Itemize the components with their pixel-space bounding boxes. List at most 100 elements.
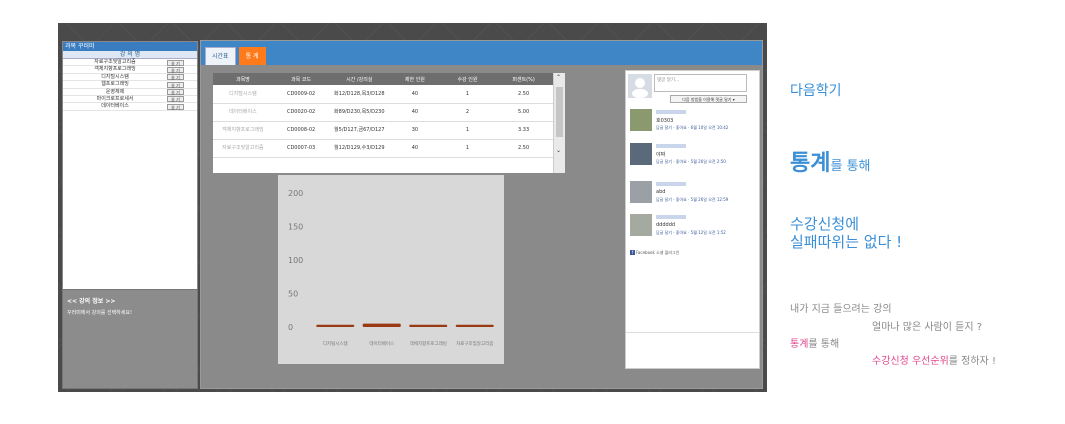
course-row[interactable]: 데이터베이스 송 기	[63, 103, 197, 111]
tab-timetable[interactable]: 시간표	[205, 47, 236, 65]
promo-statistics-word: 통계	[790, 151, 831, 176]
comment-text: 야짜	[656, 152, 666, 158]
table-cell: CD0020-02	[272, 103, 330, 122]
table-cell: CD0008-02	[272, 121, 330, 140]
commenter-name[interactable]	[656, 215, 686, 219]
table-row[interactable]: 데이터베이스 CD0020-02 화89/D230,목5/D230 40 2 5.00	[213, 103, 553, 122]
course-name: 운영체제	[105, 88, 125, 95]
post-comment-button[interactable]: 다음 방법을 이용해 댓글 달기 ▾	[670, 95, 747, 103]
commenter-avatar[interactable]	[630, 109, 652, 131]
chart-bar[interactable]	[316, 324, 355, 327]
commenter-name[interactable]	[656, 110, 686, 114]
chart-bar[interactable]	[409, 324, 448, 327]
table-cell: 2.50	[494, 85, 553, 104]
add-course-button[interactable]: 송 기	[167, 59, 184, 66]
tab-statistics[interactable]: 통 계	[238, 47, 266, 65]
table-cell: CD0009-02	[272, 85, 330, 104]
stats-column-header: 수강 인원	[440, 73, 495, 85]
table-cell: 화89/D230,목5/D230	[329, 103, 390, 122]
table-cell: 객체지향프로그래밍	[213, 121, 273, 140]
course-panel-title: 과목 꾸러미	[63, 42, 197, 51]
course-name: 웹프로그래밍	[101, 81, 129, 88]
main-panel: 시간표 통 계 과목명 과목 코드 시간 /강의실 제한 인원 수강 인원 퍼센트(%) …	[200, 40, 763, 389]
promo-priority-text: 를 정하자 !	[948, 356, 996, 367]
add-course-button[interactable]: 송 기	[167, 74, 184, 81]
scroll-up-icon[interactable]: ⌃	[556, 74, 561, 81]
comment-text: 호0303	[656, 118, 674, 124]
stats-column-header: 퍼센트(%)	[494, 73, 553, 85]
table-row[interactable]: 객체지향프로그래밍 CD0008-02 월5/D127,금67/D127 30 1 3.3…	[213, 121, 553, 140]
chart-bar[interactable]	[362, 323, 401, 327]
scroll-down-icon[interactable]: ⌄	[556, 147, 561, 154]
table-cell: 월12/D129,수3/D129	[329, 139, 390, 158]
course-row[interactable]: 객체지향프로그래밍 송 기	[63, 66, 197, 74]
promo-line-a: 수강신청에	[790, 215, 860, 233]
add-course-button[interactable]: 송 기	[167, 89, 184, 96]
facebook-icon: f	[630, 250, 635, 255]
commenter-name[interactable]	[656, 182, 686, 186]
commenter-name[interactable]	[656, 144, 686, 148]
x-tick-label: 자료구조및알고리즘	[456, 340, 493, 347]
course-row[interactable]: 운영체제 송 기	[63, 89, 197, 96]
stats-column-header: 시간 /강의실	[329, 73, 390, 85]
course-name: 데이터베이스	[101, 103, 129, 110]
commenter-avatar[interactable]	[630, 143, 652, 165]
course-row[interactable]: 웹프로그래밍 송 기	[63, 81, 197, 89]
promo-hl-stats: 통계	[790, 339, 809, 350]
facebook-comments: 댓글 달기... 다음 방법을 이용해 댓글 달기 ▾ 호0303 답글 달기 …	[625, 70, 760, 369]
comment-input[interactable]: 댓글 달기...	[654, 74, 747, 92]
promo-statistics-suffix: 를 통해	[830, 159, 871, 174]
table-cell: 40	[389, 139, 441, 158]
table-row[interactable]: 자료구조및알고리즘 CD0007-03 월12/D129,수3/D129 40 1 2.5…	[213, 139, 553, 158]
commenter-avatar[interactable]	[630, 214, 652, 236]
promo-through-text: 를 통해	[808, 339, 840, 350]
chart-svg: 0 50 100 150 200 디지털시스템 데이터베이스 객체지향프로그래밍 자료구조및알고…	[288, 189, 494, 347]
table-cell: 자료구조및알고리즘	[213, 139, 273, 158]
course-bundle-panel: 과목 꾸러미 강 의 명 자료구조및알고리즘 송 기 객체지향프로그래밍 송 기 디지털…	[62, 41, 198, 304]
comment-item: abd 답글 달기 · 좋아요 · 5월 26일 오전 12:59	[630, 181, 760, 211]
course-name: 객체지향프로그래밍	[94, 66, 136, 73]
course-name: 디지털시스템	[101, 73, 129, 80]
add-course-button[interactable]: 송 기	[167, 81, 184, 88]
x-tick-label: 디지털시스템	[323, 340, 348, 347]
comment-actions[interactable]: 답글 달기 · 좋아요 · 5월 26일 오전 2:50	[656, 159, 726, 165]
promo-question-1: 내가 지금 들으려는 강의	[790, 304, 892, 315]
table-cell: 1	[440, 139, 495, 158]
course-row[interactable]: 디지털시스템 송 기	[63, 73, 197, 82]
table-cell: 40	[389, 103, 441, 122]
stats-table-container: 과목명 과목 코드 시간 /강의실 제한 인원 수강 인원 퍼센트(%) 디지털시스템 CD…	[213, 73, 565, 173]
divider	[626, 332, 759, 333]
comment-actions[interactable]: 답글 달기 · 좋아요 · 5월 12일 오전 1:52	[656, 230, 726, 236]
plugin-label-text: Facebook 소셜 플러그인	[636, 250, 680, 255]
add-course-button[interactable]: 송 기	[167, 66, 184, 73]
add-course-button[interactable]: 송 기	[167, 96, 184, 103]
add-course-button[interactable]: 송 기	[167, 103, 184, 110]
table-row[interactable]: 디지털시스템 CD0009-02 화12/D128,목3/D128 40 1 2.50	[213, 85, 553, 104]
table-cell: 1	[440, 85, 495, 104]
chart-bar[interactable]	[455, 324, 494, 327]
comment-text: dddddd	[656, 222, 676, 228]
stats-scrollbar[interactable]: ⌃ ⌄	[553, 73, 565, 173]
y-tick-label: 200	[288, 189, 303, 198]
table-cell: 1	[440, 121, 495, 140]
table-cell: 화12/D128,목3/D128	[329, 85, 390, 104]
table-cell: 2	[440, 103, 495, 122]
table-cell: 40	[389, 85, 441, 104]
y-tick-label: 100	[288, 256, 303, 265]
comment-actions[interactable]: 답글 달기 · 좋아요 · 5월 26일 오전 12:59	[656, 197, 728, 203]
table-cell: 2.50	[494, 139, 553, 158]
comment-text: abd	[656, 189, 666, 195]
facebook-plugin-label[interactable]: f Facebook 소셜 플러그인	[630, 250, 679, 256]
y-tick-label: 0	[288, 323, 293, 332]
promo-next-semester: 다음학기	[790, 83, 842, 99]
x-tick-label: 객체지향프로그래밍	[410, 340, 447, 347]
scroll-thumb[interactable]	[556, 87, 563, 137]
promo-through-stats: 통계를 통해	[790, 335, 839, 350]
promo-no-failure: 수강신청에 실패따위는 없다 !	[790, 215, 902, 251]
course-row[interactable]: 마이크로프로세서 송 기	[63, 96, 197, 104]
lecture-info-message: 꾸러미에서 강의를 선택하세요!	[67, 310, 132, 316]
comment-actions[interactable]: 답글 달기 · 좋아요 · 6월 10일 오전 10:42	[656, 125, 728, 131]
commenter-avatar[interactable]	[630, 181, 652, 203]
promo-line-b: 실패따위는 없다 !	[790, 233, 903, 251]
course-name: 자료구조및알고리즘	[94, 59, 136, 65]
